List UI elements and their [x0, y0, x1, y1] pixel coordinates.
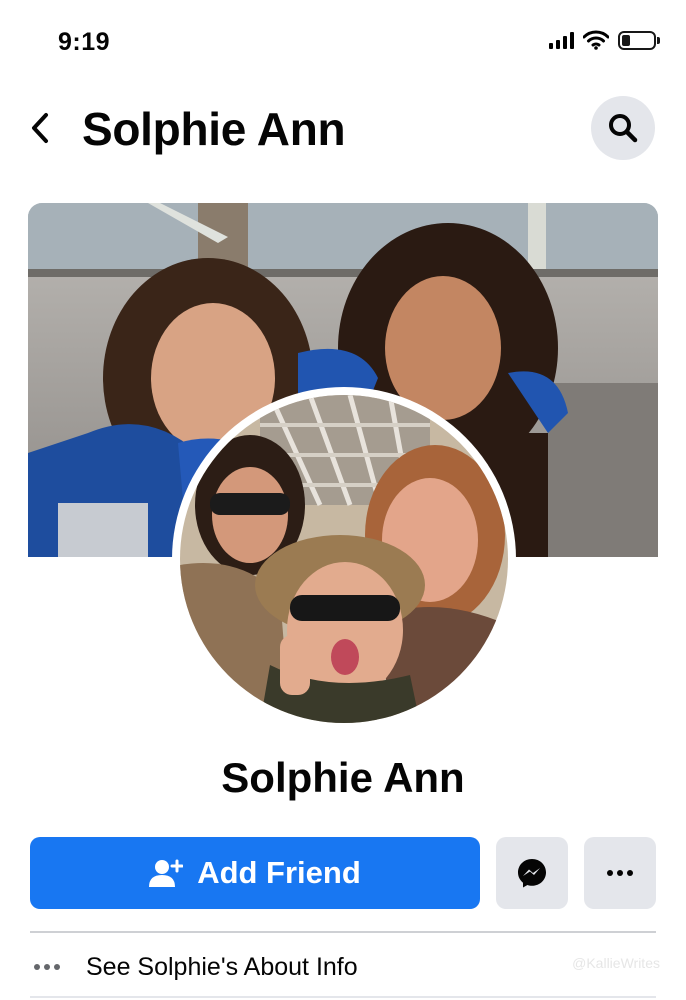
- add-friend-icon: [149, 859, 184, 887]
- wifi-icon: [583, 30, 609, 50]
- more-button[interactable]: [584, 837, 656, 909]
- add-friend-button[interactable]: Add Friend: [30, 837, 480, 909]
- chevron-left-icon: [32, 113, 48, 143]
- divider: [30, 996, 656, 998]
- messenger-button[interactable]: [496, 837, 568, 909]
- see-about-info-label: See Solphie's About Info: [86, 952, 358, 981]
- divider: [30, 931, 656, 933]
- status-icons: [549, 30, 660, 50]
- see-about-info-link[interactable]: See Solphie's About Info: [30, 942, 656, 992]
- back-button[interactable]: [22, 108, 58, 148]
- more-icon: [34, 964, 60, 970]
- profile-name: Solphie Ann: [221, 754, 465, 801]
- search-button[interactable]: [591, 96, 655, 160]
- profile-photo-image: [180, 395, 508, 723]
- cellular-signal-icon: [549, 31, 574, 49]
- page-title: Solphie Ann: [82, 103, 346, 155]
- status-bar: 9:19: [0, 0, 686, 80]
- watermark: @KallieWrites: [572, 955, 660, 971]
- add-friend-label: Add Friend: [197, 855, 361, 890]
- status-time: 9:19: [58, 28, 111, 56]
- battery-fill: [622, 34, 630, 46]
- messenger-icon: [518, 859, 546, 888]
- more-icon: [607, 870, 633, 876]
- profile-photo[interactable]: [172, 387, 516, 731]
- battery-icon: [618, 30, 660, 50]
- profile-header: Solphie Ann: [0, 88, 686, 168]
- search-icon: [609, 114, 638, 143]
